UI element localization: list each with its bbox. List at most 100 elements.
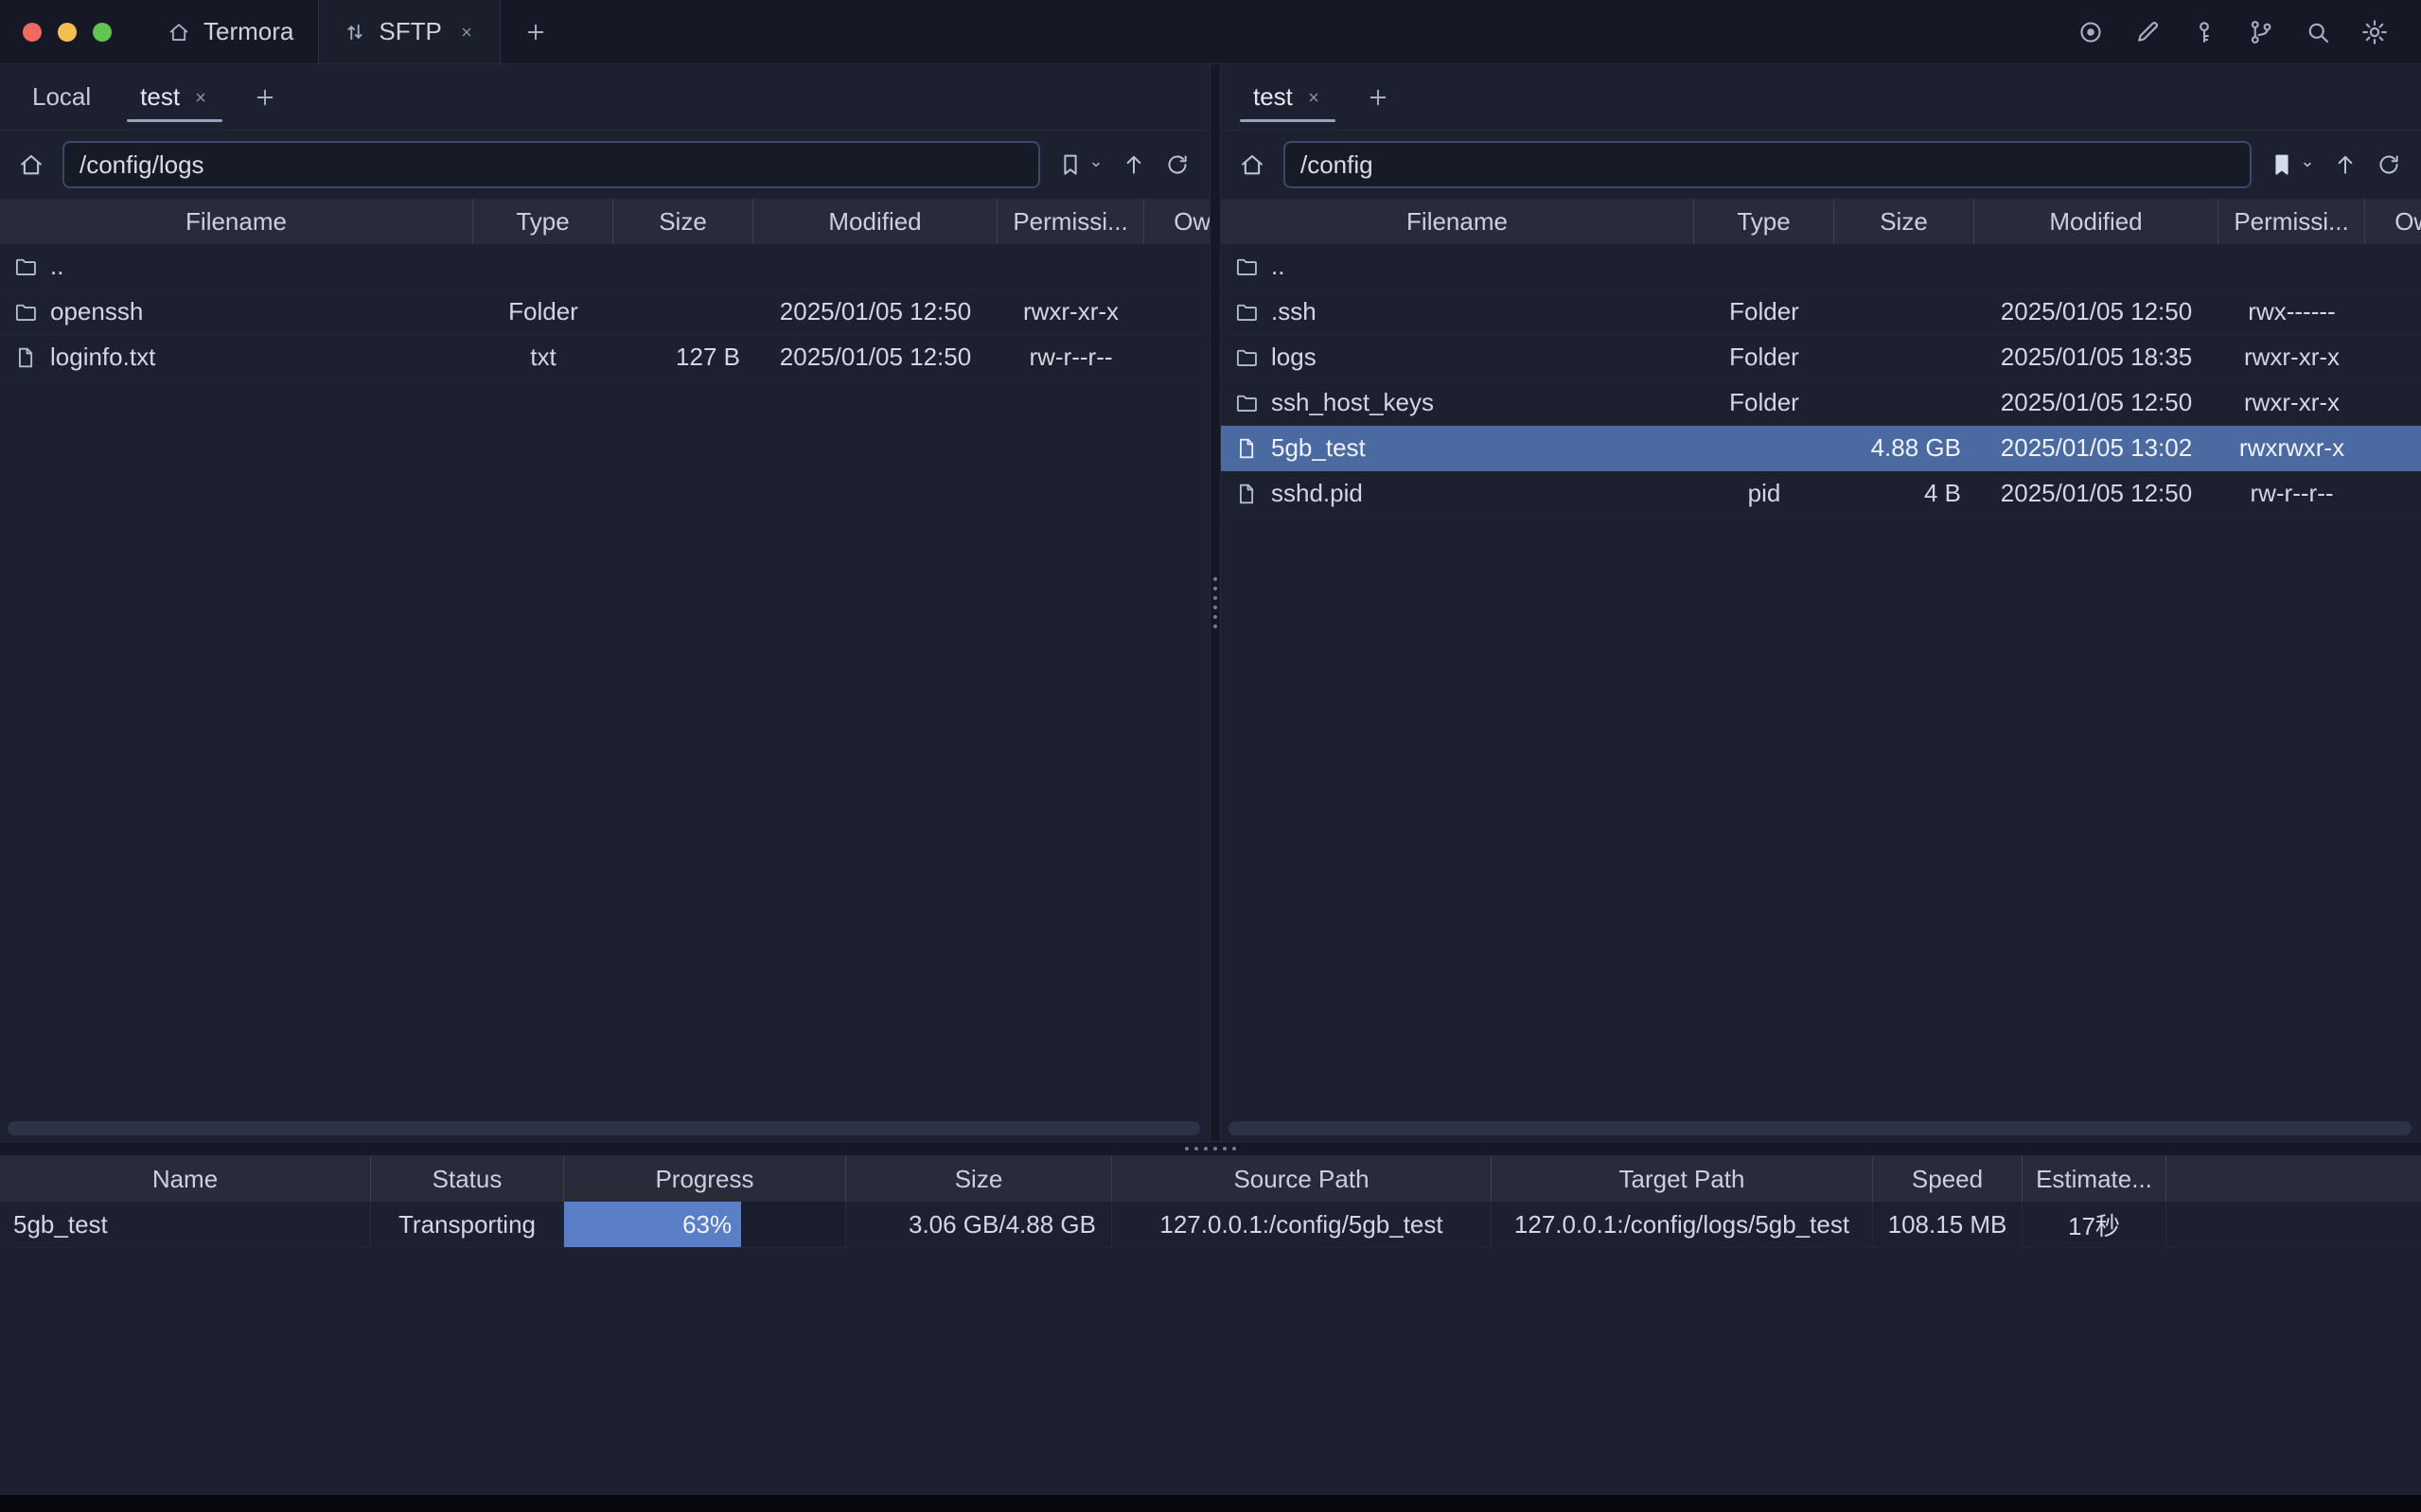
column-header-progress[interactable]: Progress (564, 1156, 846, 1202)
key-manager-button[interactable] (2190, 18, 2218, 46)
folder-icon (1234, 255, 1259, 279)
file-row[interactable]: .. (1221, 244, 2421, 290)
column-header-speed[interactable]: Speed (1873, 1156, 2023, 1202)
header-filler (2166, 1156, 2421, 1202)
file-permissions-cell: rwxr-xr-x (2218, 380, 2365, 425)
gear-icon (2360, 18, 2389, 46)
tab-sftp[interactable]: SFTP (318, 0, 500, 63)
tab-test-local[interactable]: test (115, 64, 234, 130)
remote-file-list: .. .ssh Folder 2025/01/05 12:50 rwx-----… (1221, 244, 2421, 1141)
keychain-button[interactable] (2247, 18, 2275, 46)
search-button[interactable] (2304, 18, 2332, 46)
column-header-filename[interactable]: Filename (1221, 199, 1694, 244)
column-header-permissions[interactable]: Permissi... (2218, 199, 2365, 244)
tab-local[interactable]: Local (8, 64, 115, 130)
horizontal-scrollbar[interactable] (1228, 1121, 2412, 1135)
column-header-name[interactable]: Name (0, 1156, 371, 1202)
column-header-modified[interactable]: Modified (1974, 199, 2218, 244)
file-name-cell: .. (0, 244, 473, 289)
column-header-type[interactable]: Type (473, 199, 613, 244)
file-type-cell: Folder (1694, 290, 1834, 334)
window-controls (0, 0, 142, 63)
column-header-permissions[interactable]: Permissi... (998, 199, 1144, 244)
file-size-cell (1834, 290, 1974, 334)
close-window-button[interactable] (23, 23, 42, 42)
record-icon (2076, 18, 2105, 46)
column-header-target-path[interactable]: Target Path (1492, 1156, 1873, 1202)
search-icon (2304, 18, 2332, 46)
refresh-button[interactable] (2376, 151, 2402, 178)
horizontal-scrollbar[interactable] (8, 1121, 1200, 1135)
refresh-button[interactable] (1164, 151, 1191, 178)
bookmark-icon (2269, 151, 2295, 178)
file-type-cell (1694, 244, 1834, 289)
home-button[interactable] (1238, 150, 1266, 179)
file-row[interactable]: ssh_host_keys Folder 2025/01/05 12:50 rw… (1221, 380, 2421, 426)
transfer-panel: Name Status Progress Size Source Path Ta… (0, 1156, 2421, 1495)
tab-test-remote[interactable]: test (1228, 64, 1347, 130)
splitter-grip (1213, 577, 1217, 628)
window-bottom-edge (0, 1495, 2421, 1512)
chevron-down-icon (2300, 157, 2315, 172)
progress-label: 63% (682, 1210, 732, 1239)
file-size-cell (1834, 244, 1974, 289)
remote-pane-tabs: test (1221, 64, 2421, 131)
zoom-window-button[interactable] (93, 23, 112, 42)
path-input[interactable] (62, 141, 1040, 188)
add-tab-button[interactable] (1347, 64, 1409, 130)
file-row[interactable]: openssh Folder 2025/01/05 12:50 rwxr-xr-… (0, 290, 1210, 335)
home-icon (167, 20, 191, 44)
minimize-window-button[interactable] (58, 23, 77, 42)
file-icon (13, 345, 38, 370)
bookmark-button[interactable] (2269, 151, 2315, 178)
column-header-source-path[interactable]: Source Path (1112, 1156, 1492, 1202)
tab-termora[interactable]: Termora (142, 0, 318, 63)
transfer-splitter[interactable] (0, 1141, 2421, 1156)
add-tab-button[interactable] (234, 64, 296, 130)
file-row[interactable]: sshd.pid pid 4 B 2025/01/05 12:50 rw-r--… (1221, 471, 2421, 517)
file-size-cell: 4 B (1834, 471, 1974, 516)
file-row[interactable]: .. (0, 244, 1210, 290)
close-icon[interactable] (192, 89, 209, 106)
file-name: openssh (50, 297, 143, 326)
file-permissions-cell: rw-r--r-- (2218, 471, 2365, 516)
column-header-status[interactable]: Status (371, 1156, 564, 1202)
column-header-estimate[interactable]: Estimate... (2023, 1156, 2166, 1202)
close-icon[interactable] (1305, 89, 1322, 106)
column-header-filename[interactable]: Filename (0, 199, 473, 244)
home-button[interactable] (17, 150, 45, 179)
file-row[interactable]: .ssh Folder 2025/01/05 12:50 rwx------ (1221, 290, 2421, 335)
transfer-progress-cell: 63% (564, 1202, 846, 1247)
file-row-selected[interactable]: 5gb_test 4.88 GB 2025/01/05 13:02 rwxrwx… (1221, 426, 2421, 471)
file-permissions-cell: rwxrwxr-x (2218, 426, 2365, 470)
transfer-row[interactable]: 5gb_test Transporting 63% 3.06 GB/4.88 G… (0, 1202, 2421, 1248)
column-header-type[interactable]: Type (1694, 199, 1834, 244)
pane-splitter[interactable] (1210, 64, 1221, 1141)
local-file-list: .. openssh Folder 2025/01/05 12:50 rwxr-… (0, 244, 1210, 1141)
file-row[interactable]: loginfo.txt txt 127 B 2025/01/05 12:50 r… (0, 335, 1210, 380)
edit-button[interactable] (2133, 18, 2162, 46)
sftp-split-view: Local test Filename Type Size Mod (0, 64, 2421, 1141)
path-input[interactable] (1283, 141, 2252, 188)
file-type-cell: Folder (1694, 380, 1834, 425)
column-header-modified[interactable]: Modified (753, 199, 998, 244)
column-header-size[interactable]: Size (613, 199, 753, 244)
transfer-target-cell: 127.0.0.1:/config/logs/5gb_test (1492, 1202, 1873, 1247)
settings-button[interactable] (2360, 18, 2389, 46)
column-header-size[interactable]: Size (846, 1156, 1112, 1202)
close-icon[interactable] (458, 24, 475, 41)
file-row[interactable]: logs Folder 2025/01/05 18:35 rwxr-xr-x (1221, 335, 2421, 380)
parent-directory-button[interactable] (2332, 151, 2359, 178)
column-header-owner[interactable]: Owner (1144, 199, 1210, 244)
column-header-owner[interactable]: Owner (2365, 199, 2421, 244)
file-modified-cell: 2025/01/05 12:50 (1974, 290, 2218, 334)
new-terminal-tab-button[interactable] (501, 0, 571, 63)
parent-directory-button[interactable] (1121, 151, 1147, 178)
file-permissions-cell: rwxr-xr-x (998, 290, 1144, 334)
bookmark-button[interactable] (1057, 151, 1104, 178)
column-header-size[interactable]: Size (1834, 199, 1974, 244)
titlebar-actions (2076, 0, 2421, 63)
macro-record-button[interactable] (2076, 18, 2105, 46)
transfer-name-cell: 5gb_test (0, 1202, 371, 1247)
sftp-tab-label: SFTP (379, 17, 441, 46)
